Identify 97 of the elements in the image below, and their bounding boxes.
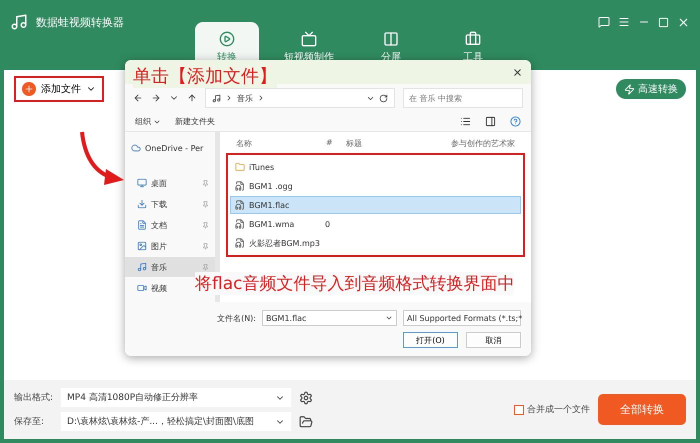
nav-label: 图片 <box>151 240 167 252</box>
feedback-icon[interactable] <box>598 16 610 28</box>
maximize-icon[interactable] <box>658 16 669 28</box>
forward-icon[interactable] <box>151 93 161 103</box>
cancel-button[interactable]: 取消 <box>466 332 521 348</box>
download-icon <box>137 199 147 209</box>
window-title: 数据蛙视频转换器 <box>36 14 124 30</box>
nav-label: 桌面 <box>151 178 167 188</box>
search-field[interactable]: 在 音乐 中搜索 <box>403 88 523 108</box>
label: 保存至: <box>14 416 46 428</box>
preview-pane-icon[interactable] <box>485 116 496 127</box>
filter-dropdown[interactable]: All Supported Formats (*.ts;* <box>403 310 521 326</box>
view-icon[interactable] <box>460 116 471 127</box>
desktop-icon <box>137 178 147 188</box>
pin-icon <box>202 180 209 186</box>
play-icon <box>219 30 235 46</box>
file-name: iTunes <box>249 162 274 172</box>
checkbox-label: 合并成一个文件 <box>527 404 590 416</box>
dropdown-value: MP4 高清1080P自动修正分辨率 <box>67 392 198 404</box>
file-row[interactable]: BGM1.wma 0 <box>230 215 521 233</box>
dropdown-value: D:\袁林炫\袁林炫-产...，轻松搞定\封面图\底图 <box>67 416 254 428</box>
menu-label: 组织 <box>135 116 151 127</box>
chevron-icon <box>225 94 233 102</box>
chevron-icon <box>257 94 265 102</box>
audio-file-icon <box>235 219 245 229</box>
music-note-icon <box>212 94 221 102</box>
nav-item[interactable]: 文档 <box>125 215 215 235</box>
file-row[interactable]: 火影忍者BGM.mp3 <box>230 234 521 252</box>
nav-item[interactable]: 下载 <box>125 194 215 214</box>
file-row[interactable]: BGM1 .ogg <box>230 177 521 195</box>
merge-checkbox[interactable] <box>514 404 524 414</box>
file-name: 火影忍者BGM.mp3 <box>249 238 320 248</box>
dropdown-value: All Supported Formats (*.ts;* <box>407 314 522 322</box>
nav-label: 音乐 <box>151 262 167 272</box>
open-button[interactable]: 打开(O) <box>403 332 458 348</box>
pin-icon <box>202 222 209 228</box>
format-dropdown[interactable]: MP4 高清1080P自动修正分辨率 <box>61 388 292 407</box>
audio-file-icon <box>235 238 245 248</box>
lightning-icon <box>624 84 635 94</box>
help-icon[interactable] <box>510 116 521 127</box>
file-row[interactable]: iTunes <box>230 158 521 176</box>
address-bar[interactable]: 音乐 <box>205 88 395 108</box>
tv-icon <box>301 30 317 46</box>
cloud-icon <box>131 143 141 153</box>
button-label: 高速转换 <box>638 82 678 96</box>
audio-file-icon <box>235 200 245 210</box>
column-header[interactable]: 名称 <box>236 138 326 149</box>
file-name: BGM1.wma <box>249 220 294 228</box>
button-label: 添加文件 <box>41 82 81 96</box>
organize-menu[interactable]: 组织 <box>135 116 161 127</box>
video-icon <box>137 283 147 293</box>
fast-convert-button[interactable]: 高速转换 <box>616 79 686 99</box>
music-icon <box>137 262 147 272</box>
refresh-icon[interactable] <box>379 94 388 102</box>
pin-icon <box>202 242 209 250</box>
nav-item[interactable]: 桌面 <box>125 173 215 193</box>
file-name: BGM1.flac <box>249 200 290 210</box>
menu-icon[interactable] <box>618 16 630 28</box>
nav-label: 文档 <box>151 220 167 230</box>
file-name: BGM1 .ogg <box>249 182 293 190</box>
docs-icon <box>137 220 147 230</box>
folder-icon <box>235 162 245 172</box>
nav-label: 下载 <box>151 198 167 210</box>
caret-icon <box>385 314 393 322</box>
column-header[interactable]: 标题 <box>346 138 451 149</box>
label: 输出格式: <box>14 392 54 404</box>
audio-file-icon <box>235 181 245 191</box>
app-logo-icon <box>10 13 28 31</box>
filename-field[interactable]: BGM1.flac <box>262 310 397 326</box>
label: 文件名(N): <box>217 312 256 324</box>
nav-label: 视频 <box>151 282 167 294</box>
settings-icon[interactable] <box>299 390 314 404</box>
pin-icon <box>202 264 209 270</box>
new-folder-button[interactable]: 新建文件夹 <box>175 116 215 127</box>
plus-icon <box>22 82 36 96</box>
nav-item[interactable]: 图片 <box>125 236 215 256</box>
back-icon[interactable] <box>133 93 143 103</box>
close-icon[interactable] <box>512 66 523 78</box>
add-file-button[interactable]: 添加文件 <box>14 76 104 102</box>
save-path-dropdown[interactable]: D:\袁林炫\袁林炫-产...，轻松搞定\封面图\底图 <box>61 412 292 431</box>
columns-icon <box>383 30 399 46</box>
column-header[interactable]: 参与创作的艺术家 <box>451 138 515 149</box>
nav-label: OneDrive - Per <box>145 144 204 152</box>
field-value: BGM1.flac <box>266 314 306 322</box>
briefcase-icon <box>465 30 481 46</box>
column-header[interactable]: # <box>326 138 346 149</box>
pictures-icon <box>137 241 147 251</box>
nav-item[interactable]: 视频 <box>125 278 173 298</box>
annotation-text: 将flac音频文件导入到音频格式转换界面中 <box>195 272 514 295</box>
up-icon[interactable] <box>187 93 197 103</box>
nav-item[interactable]: OneDrive - Per <box>125 138 210 158</box>
annotation-text: 单击【添加文件】 <box>133 64 277 88</box>
address-text: 音乐 <box>237 92 253 104</box>
folder-icon[interactable] <box>299 414 314 428</box>
pin-icon <box>202 200 209 208</box>
track-number: 0 <box>325 220 332 228</box>
file-row[interactable]: BGM1.flac <box>230 196 521 214</box>
